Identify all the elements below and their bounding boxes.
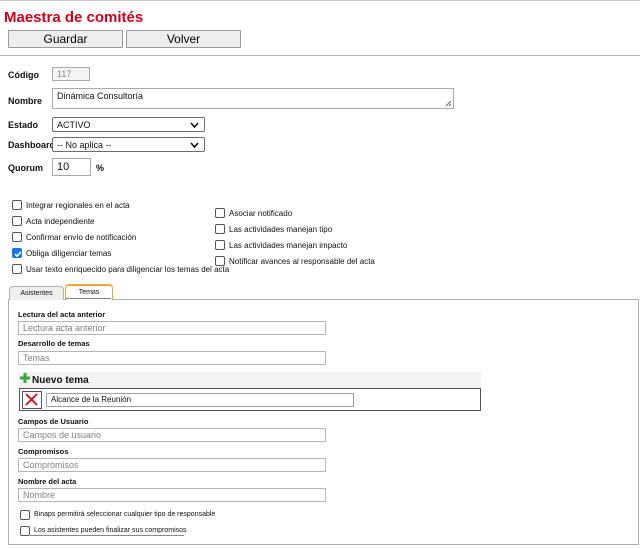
dashboard-value: -- No aplica -- <box>57 139 112 150</box>
resize-handle-icon[interactable] <box>445 100 452 107</box>
tab-underline <box>65 298 111 299</box>
lectura-input[interactable]: Lectura acta anterior <box>18 321 326 335</box>
page-title: Maestra de comités <box>4 9 144 26</box>
option-label: Las actividades manejan tipo <box>229 225 333 234</box>
lectura-label: Lectura del acta anterior <box>18 310 106 319</box>
option-label: Notificar avances al responsable del act… <box>229 257 375 266</box>
codigo-field: 117 <box>52 67 90 81</box>
focus-underline <box>30 535 184 536</box>
option-label: Binaps permitirá seleccionar cualquier t… <box>34 511 216 518</box>
desarrollo-input[interactable]: Temas <box>18 351 326 365</box>
nombre-acta-input[interactable]: Nombre <box>18 488 326 502</box>
checkbox-texto-enriquecido[interactable] <box>12 264 22 274</box>
checkbox-acta-independiente[interactable] <box>12 216 22 226</box>
tema-input[interactable]: Alcance de la Reunión <box>46 393 354 407</box>
checkbox-obliga-temas[interactable] <box>12 248 22 258</box>
close-icon <box>25 393 38 406</box>
checkbox-binaps-responsable[interactable] <box>20 510 30 520</box>
quorum-field[interactable]: 10 <box>52 158 91 176</box>
nombre-label: Nombre <box>8 96 43 106</box>
plus-icon[interactable] <box>19 372 31 384</box>
campos-input[interactable]: Campos de usuario <box>18 428 326 442</box>
chevron-down-icon <box>190 142 199 149</box>
estado-value: ACTIVO <box>57 119 91 130</box>
estado-select[interactable]: ACTIVO <box>52 117 205 132</box>
tab-asistentes[interactable]: Asistentes <box>9 286 64 300</box>
compromisos-input[interactable]: Compromisos <box>18 458 326 472</box>
desarrollo-label: Desarrollo de temas <box>18 339 90 348</box>
tab-panel-temas <box>8 299 639 545</box>
estado-label: Estado <box>8 120 39 130</box>
nuevo-tema-button[interactable]: Nuevo tema <box>32 375 89 386</box>
checkbox-integrar-regionales[interactable] <box>12 200 22 210</box>
divider <box>0 55 640 56</box>
quorum-label: Quorum <box>8 163 43 173</box>
save-button[interactable]: Guardar <box>8 30 123 48</box>
back-button[interactable]: Volver <box>126 30 241 48</box>
checkbox-notificar-avances[interactable] <box>215 256 225 266</box>
quorum-unit: % <box>96 163 105 173</box>
compromisos-label: Compromisos <box>18 447 69 456</box>
campos-label: Campos de Usuario <box>18 417 89 426</box>
checkbox-actividades-impacto[interactable] <box>215 240 225 250</box>
option-label: Asociar notificado <box>229 209 293 218</box>
option-label: Confirmar envío de notificación <box>26 233 137 242</box>
checkbox-actividades-tipo[interactable] <box>215 224 225 234</box>
nombre-field[interactable]: Dinámica Consultoría <box>52 88 454 109</box>
nombre-acta-label: Nombre del acta <box>18 477 77 486</box>
top-border <box>0 0 640 1</box>
option-label: Integrar regionales en el acta <box>26 201 130 210</box>
option-label: Acta independiente <box>26 217 95 226</box>
check-icon <box>14 251 22 258</box>
chevron-down-icon <box>190 122 199 129</box>
dashboard-label: Dashboard <box>8 140 56 150</box>
option-label: Los asistentes pueden finalizar sus comp… <box>34 527 187 534</box>
option-label: Obliga diligenciar temas <box>26 249 112 258</box>
dashboard-select[interactable]: -- No aplica -- <box>52 137 205 152</box>
option-label: Usar texto enriquecido para diligenciar … <box>26 265 230 274</box>
checkbox-confirmar-envio[interactable] <box>12 232 22 242</box>
checkbox-asociar-notificado[interactable] <box>215 208 225 218</box>
nombre-value: Dinámica Consultoría <box>57 91 144 101</box>
option-label: Las actividades manejan impacto <box>229 241 348 250</box>
codigo-label: Código <box>8 70 39 80</box>
checkbox-asistentes-finalizar[interactable] <box>20 526 30 536</box>
delete-tema-button[interactable] <box>22 391 42 409</box>
